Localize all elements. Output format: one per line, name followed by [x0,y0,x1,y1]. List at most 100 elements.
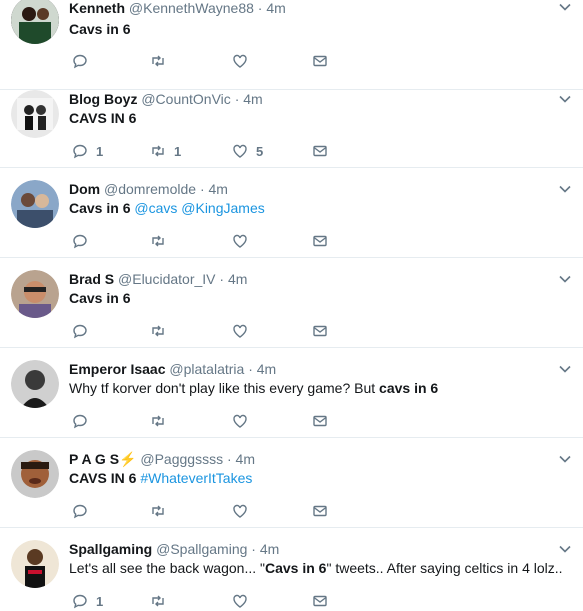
reply-button[interactable]: 1 [72,142,103,160]
user-handle[interactable]: @Elucidator_IV [118,271,215,287]
envelope-icon [313,145,327,157]
chevron-down-icon[interactable] [558,542,572,556]
message-button[interactable] [312,52,328,70]
tweet-header: Spallgaming @Spallgaming · 4m [69,540,279,558]
message-button[interactable] [312,232,328,250]
avatar[interactable] [11,90,59,138]
retweet-icon [152,505,164,517]
reply-button[interactable] [72,232,96,250]
timestamp[interactable]: 4m [236,451,255,467]
message-button[interactable] [312,142,328,160]
retweet-button[interactable] [150,592,174,610]
tweet[interactable]: Blog Boyz @CountOnVic · 4m CAVS IN 6 1 1… [0,78,583,168]
display-name[interactable]: Kenneth [69,0,125,16]
separator: · [199,181,205,197]
avatar[interactable] [11,450,59,498]
like-button[interactable] [232,592,256,610]
reply-count: 1 [96,143,104,159]
user-handle[interactable]: @CountOnVic [141,91,230,107]
tweet-text-segment: " tweets.. After saying celtics in 4 lol… [326,560,563,576]
display-name[interactable]: P A G S⚡ [69,451,136,467]
tweet-text-bold: cavs in 6 [379,380,439,396]
retweet-button[interactable]: 1 [150,142,181,160]
tweet[interactable]: Spallgaming @Spallgaming · 4m Let's all … [0,528,583,611]
tweet-text: CAVS IN 6 #WhateverItTakes [69,469,252,487]
separator: · [248,361,253,377]
message-button[interactable] [312,322,328,340]
display-name[interactable]: Blog Boyz [69,91,137,107]
retweet-button[interactable] [150,502,174,520]
user-handle[interactable]: @domremolde [104,181,196,197]
chevron-down-icon[interactable] [558,92,572,106]
message-button[interactable] [312,592,328,610]
like-button[interactable] [232,502,256,520]
avatar[interactable] [11,0,59,44]
tweet-link[interactable]: #WhateverItTakes [140,470,252,486]
like-button[interactable] [232,412,256,430]
chevron-down-icon[interactable] [558,182,572,196]
retweet-count: 1 [174,143,182,159]
tweet[interactable]: P A G S⚡ @Pagggssss · 4m CAVS IN 6 #What… [0,438,583,528]
user-handle[interactable]: @KennethWayne88 [129,0,254,16]
like-button[interactable] [232,52,256,70]
user-handle[interactable]: @Pagggssss [140,451,223,467]
tweet-text: CAVS IN 6 [69,109,136,127]
message-button[interactable] [312,502,328,520]
tweet-link[interactable]: @cavs [134,200,177,216]
avatar[interactable] [11,180,59,228]
tweet-header: P A G S⚡ @Pagggssss · 4m [69,450,255,468]
chevron-down-icon[interactable] [558,0,572,14]
heart-icon [233,594,247,608]
retweet-button[interactable] [150,322,174,340]
display-name[interactable]: Emperor Isaac [69,361,166,377]
chevron-down-icon[interactable] [558,272,572,286]
avatar[interactable] [11,540,59,588]
display-name[interactable]: Brad S [69,271,114,287]
like-button[interactable] [232,322,256,340]
timestamp[interactable]: 4m [257,361,276,377]
display-name[interactable]: Spallgaming [69,541,152,557]
tweet[interactable]: Kenneth @KennethWayne88 · 4m Cavs in 6 [0,0,583,90]
user-handle[interactable]: @platalatria [169,361,244,377]
reply-icon [73,594,87,609]
tweet-actions [72,322,342,340]
reply-icon [73,144,87,159]
tweet[interactable]: Brad S @Elucidator_IV · 4m Cavs in 6 [0,258,583,348]
avatar[interactable] [11,270,59,318]
tweet-actions [72,232,342,250]
tweet-text-segment: Why tf korver don't play like this every… [69,380,380,396]
message-button[interactable] [312,412,328,430]
timestamp[interactable]: 4m [209,181,228,197]
avatar[interactable] [11,360,59,408]
tweet[interactable]: Dom @domremolde · 4m Cavs in 6 @cavs @Ki… [0,168,583,258]
tweet-text: Why tf korver don't play like this every… [69,379,438,397]
envelope-icon [313,415,327,427]
display-name[interactable]: Dom [69,181,100,197]
tweet-actions [72,502,342,520]
tweet-header: Kenneth @KennethWayne88 · 4m [69,0,286,17]
like-button[interactable] [232,232,256,250]
timestamp[interactable]: 4m [260,541,279,557]
chevron-down-icon[interactable] [558,362,572,376]
reply-button[interactable] [72,52,96,70]
retweet-icon [152,415,164,427]
reply-icon [73,414,87,429]
reply-button[interactable] [72,412,96,430]
timestamp[interactable]: 4m [243,91,262,107]
separator: · [234,91,240,107]
envelope-icon [313,595,327,607]
tweet[interactable]: Emperor Isaac @platalatria · 4m Why tf k… [0,348,583,438]
chevron-down-icon[interactable] [558,452,572,466]
retweet-button[interactable] [150,232,174,250]
timestamp[interactable]: 4m [228,271,247,287]
tweet-text-bold: Cavs in 6 [264,560,327,576]
retweet-button[interactable] [150,412,174,430]
user-handle[interactable]: @Spallgaming [156,541,247,557]
reply-button[interactable] [72,502,96,520]
like-button[interactable]: 5 [232,142,263,160]
timestamp[interactable]: 4m [266,0,285,16]
retweet-button[interactable] [150,52,174,70]
reply-button[interactable] [72,322,96,340]
tweet-link[interactable]: @KingJames [181,200,264,216]
reply-button[interactable]: 1 [72,592,103,610]
